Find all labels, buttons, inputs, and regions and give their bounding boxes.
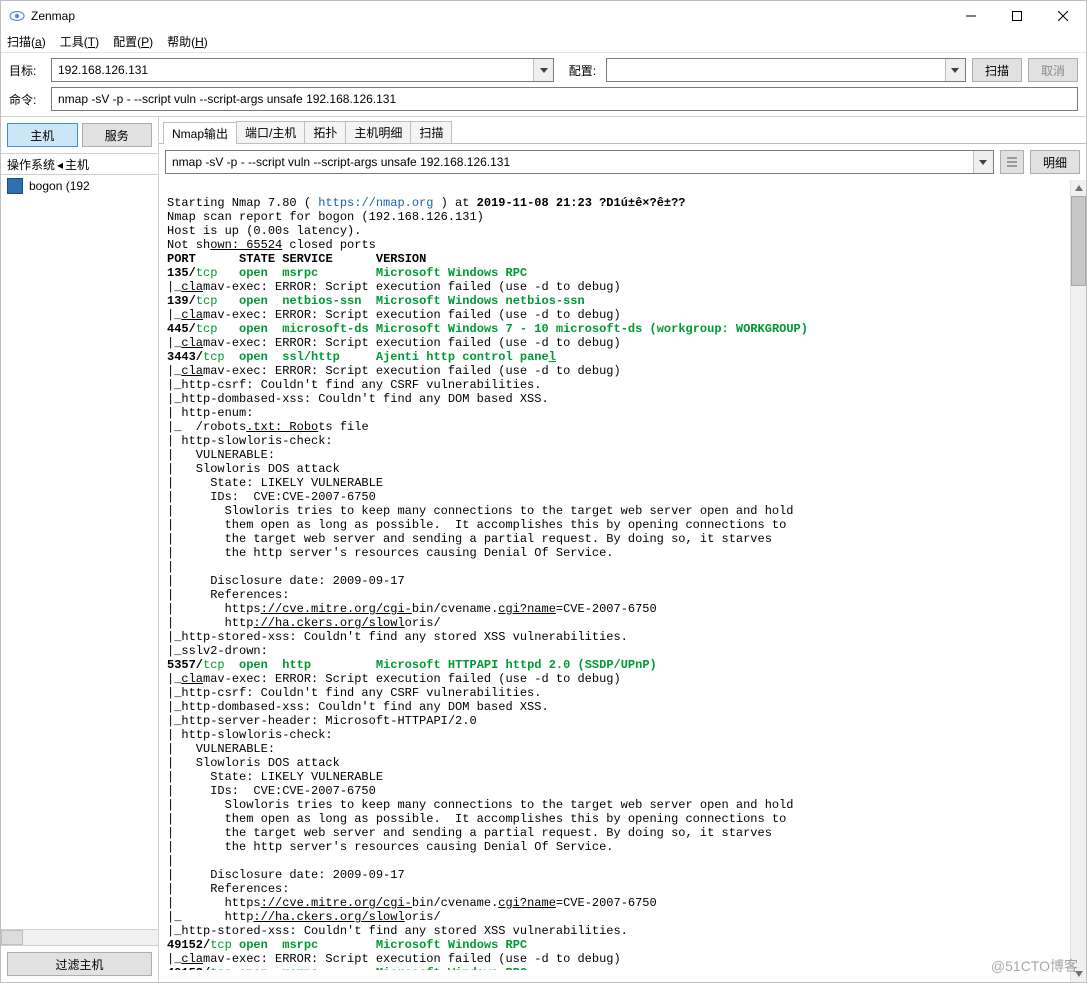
main-area: 主机 服务 操作系统◂ 主机 bogon (192 过滤主机 — [1, 116, 1086, 982]
scroll-up-icon[interactable] — [1071, 180, 1086, 196]
output-v-scrollbar[interactable] — [1070, 180, 1086, 982]
minimize-button[interactable] — [948, 1, 994, 31]
nmap-output-text[interactable]: Starting Nmap 7.80 ( https://nmap.org ) … — [159, 192, 1070, 970]
menu-scan[interactable]: 扫描(a) — [7, 33, 46, 50]
scroll-thumb[interactable] — [1, 930, 23, 945]
output-cmd-combo[interactable] — [165, 150, 994, 174]
output-cmd-input[interactable] — [166, 151, 973, 173]
window-title: Zenmap — [31, 9, 75, 23]
output-list-icon-button[interactable] — [1000, 150, 1024, 174]
titlebar: Zenmap — [1, 1, 1086, 31]
host-name: bogon (192 — [29, 179, 90, 193]
menubar: 扫描(a) 工具(T) 配置(P) 帮助(H) — [1, 31, 1086, 53]
left-panel: 主机 服务 操作系统◂ 主机 bogon (192 过滤主机 — [1, 117, 159, 982]
host-list-header: 操作系统◂ 主机 — [1, 153, 158, 175]
close-button[interactable] — [1040, 1, 1086, 31]
cancel-button[interactable]: 取消 — [1028, 58, 1078, 82]
col-host[interactable]: 主机 — [65, 156, 89, 173]
filter-hosts-button[interactable]: 过滤主机 — [7, 952, 152, 976]
app-icon — [9, 8, 25, 24]
sort-arrow-icon: ◂ — [57, 158, 63, 172]
list-item[interactable]: bogon (192 — [1, 175, 158, 197]
col-os[interactable]: 操作系统◂ — [7, 156, 65, 173]
app-window: Zenmap 扫描(a) 工具(T) 配置(P) 帮助(H) 目标: 配置: 扫… — [0, 0, 1087, 983]
menu-tools[interactable]: 工具(T) — [60, 33, 99, 50]
tab-hosts[interactable]: 主机 — [7, 123, 78, 147]
output-cmd-dropdown-icon[interactable] — [973, 151, 993, 173]
right-panel: Nmap输出 端口/主机 拓扑 主机明细 扫描 明细 Starting Nmap… — [159, 117, 1086, 982]
profile-combo[interactable] — [606, 58, 966, 82]
windows-os-icon — [7, 178, 23, 194]
tab-nmap-output[interactable]: Nmap输出 — [163, 122, 237, 144]
menu-config[interactable]: 配置(P) — [113, 33, 153, 50]
maximize-button[interactable] — [994, 1, 1040, 31]
profile-dropdown-icon[interactable] — [945, 59, 965, 81]
profile-input[interactable] — [607, 59, 945, 81]
scan-button[interactable]: 扫描 — [972, 58, 1022, 82]
target-row: 目标: 配置: 扫描 取消 — [1, 53, 1086, 87]
output-toolbar: 明细 — [159, 143, 1086, 180]
target-input[interactable] — [52, 59, 533, 81]
tab-host-details[interactable]: 主机明细 — [345, 121, 411, 143]
scroll-down-icon[interactable] — [1071, 966, 1086, 982]
tab-topology[interactable]: 拓扑 — [304, 121, 346, 143]
scroll-thumb[interactable] — [1071, 196, 1086, 286]
left-h-scrollbar[interactable] — [1, 929, 158, 945]
left-tabs: 主机 服务 — [1, 117, 158, 153]
tab-scans[interactable]: 扫描 — [410, 121, 452, 143]
menu-help[interactable]: 帮助(H) — [167, 33, 208, 50]
target-dropdown-icon[interactable] — [533, 59, 553, 81]
command-row: 命令: — [1, 87, 1086, 116]
target-label: 目标: — [9, 62, 45, 79]
output-tabs: Nmap输出 端口/主机 拓扑 主机明细 扫描 — [159, 117, 1086, 143]
profile-label: 配置: — [560, 62, 600, 79]
host-list: bogon (192 — [1, 175, 158, 929]
tab-ports[interactable]: 端口/主机 — [236, 121, 305, 143]
tab-services[interactable]: 服务 — [82, 123, 153, 147]
command-input[interactable] — [51, 87, 1078, 111]
target-combo[interactable] — [51, 58, 554, 82]
output-body: Starting Nmap 7.80 ( https://nmap.org ) … — [159, 180, 1086, 982]
detail-button[interactable]: 明细 — [1030, 150, 1080, 174]
command-label: 命令: — [9, 91, 45, 108]
